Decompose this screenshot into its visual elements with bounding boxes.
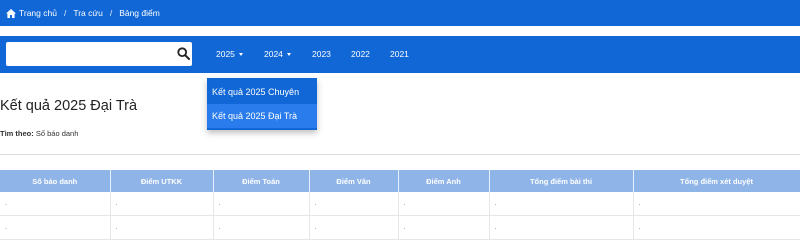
breadcrumb-current: Bảng điểm xyxy=(119,8,160,18)
nav-item-label: 2022 xyxy=(351,49,370,59)
table-cell: . xyxy=(489,192,634,216)
search-input[interactable] xyxy=(6,42,166,66)
search-icon[interactable] xyxy=(177,47,190,60)
column-header-diem-toan: Điểm Toán xyxy=(213,170,310,192)
breadcrumb-lookup-link[interactable]: Tra cứu xyxy=(73,8,102,18)
caret-down-icon xyxy=(238,53,243,56)
divider xyxy=(0,154,800,155)
dropdown-item-2025-dai-tra[interactable]: Kết quả 2025 Đại Trà xyxy=(207,104,317,128)
page-title: Kết quả 2025 Đại Trà xyxy=(0,98,138,114)
search-box xyxy=(6,42,192,66)
table-cell: . xyxy=(0,215,111,240)
year-navbar: 2025 2024 2023 2022 2021 xyxy=(0,36,800,73)
search-by-label: Tìm theo: xyxy=(0,129,34,138)
table-cell: . xyxy=(309,192,399,216)
table-cell: . xyxy=(633,192,800,216)
table-cell: . xyxy=(0,192,111,216)
home-icon xyxy=(6,8,16,18)
breadcrumb-home-link[interactable]: Trang chủ xyxy=(19,8,57,18)
results-table: Số báo danh Điểm UTKK Điểm Toán Điểm Văn… xyxy=(0,170,800,240)
nav-item-2024[interactable]: 2024 xyxy=(264,36,291,73)
column-header-tong-diem-xet-duyet: Tổng điểm xét duyệt xyxy=(633,170,800,192)
table-cell: . xyxy=(110,215,214,240)
table-cell: . xyxy=(213,215,310,240)
caret-down-icon xyxy=(286,53,291,56)
table-cell: . xyxy=(213,192,310,216)
search-by-value: Số báo danh xyxy=(35,129,79,138)
breadcrumb-separator: / xyxy=(63,8,67,18)
table-cell: . xyxy=(633,215,800,240)
year-2025-dropdown-menu: Kết quả 2025 Chuyên Kết quả 2025 Đại Trà xyxy=(207,78,317,130)
table-cell: . xyxy=(398,215,490,240)
column-header-diem-utkk: Điểm UTKK xyxy=(110,170,214,192)
nav-item-label: 2021 xyxy=(390,49,409,59)
nav-item-2023[interactable]: 2023 xyxy=(312,36,331,73)
nav-item-2025[interactable]: 2025 xyxy=(216,36,243,73)
column-header-tong-diem-bai-thi: Tổng điểm bài thi xyxy=(489,170,634,192)
table-header-row: Số báo danh Điểm UTKK Điểm Toán Điểm Văn… xyxy=(0,170,800,192)
table-row: . . . . . . . xyxy=(0,192,800,216)
search-by-info: Tìm theo: Số báo danh xyxy=(0,129,78,138)
dropdown-item-2025-chuyen[interactable]: Kết quả 2025 Chuyên xyxy=(207,80,317,104)
column-header-diem-anh: Điểm Anh xyxy=(398,170,490,192)
table-cell: . xyxy=(489,215,634,240)
nav-item-2021[interactable]: 2021 xyxy=(390,36,409,73)
breadcrumb-separator: / xyxy=(109,8,113,18)
nav-item-2022[interactable]: 2022 xyxy=(351,36,370,73)
table-cell: . xyxy=(398,192,490,216)
column-header-diem-van: Điểm Văn xyxy=(309,170,399,192)
table-cell: . xyxy=(110,192,214,216)
nav-item-label: 2023 xyxy=(312,49,331,59)
column-header-so-bao-danh: Số báo danh xyxy=(0,170,111,192)
breadcrumb: Trang chủ / Tra cứu / Bảng điểm xyxy=(0,0,800,26)
table-cell: . xyxy=(309,215,399,240)
table-row: . . . . . . . xyxy=(0,215,800,240)
nav-item-label: 2024 xyxy=(264,49,283,59)
nav-item-label: 2025 xyxy=(216,49,235,59)
